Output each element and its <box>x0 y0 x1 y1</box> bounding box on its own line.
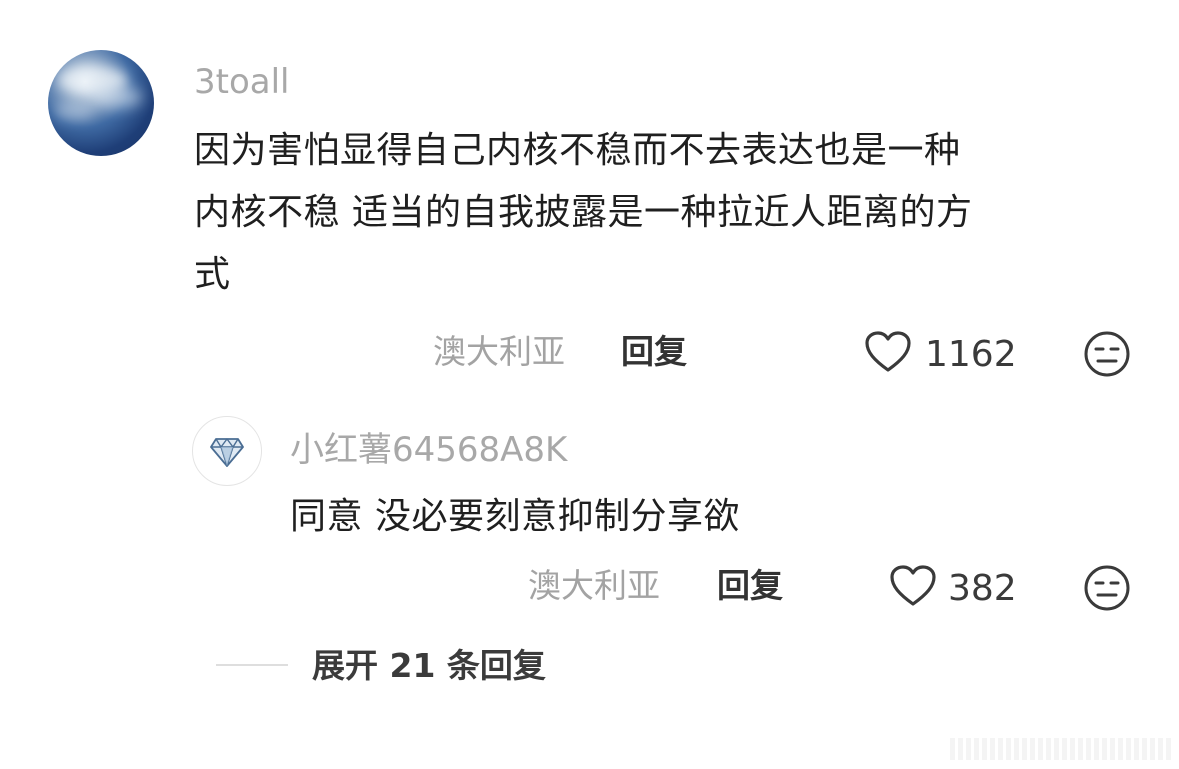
comment-username[interactable]: 3toall <box>194 62 290 102</box>
neutral-face-icon[interactable] <box>1083 564 1131 612</box>
neutral-face-icon[interactable] <box>1083 330 1131 378</box>
diamond-icon <box>210 438 244 467</box>
reply-location: 澳大利亚 <box>528 566 660 605</box>
reply-text: 同意 没必要刻意抑制分享欲 <box>290 496 740 537</box>
expand-divider <box>216 664 288 666</box>
reply-like-count: 382 <box>948 568 1017 609</box>
watermark-strip <box>950 738 1172 760</box>
comment-text-line-3: 式 <box>194 254 231 295</box>
expand-replies-button[interactable]: 展开 21 条回复 <box>312 646 546 686</box>
heart-outline-icon[interactable] <box>889 564 937 608</box>
reply-user-avatar[interactable] <box>192 416 262 486</box>
comment-thread: 3toall 因为害怕显得自己内核不稳而不去表达也是一种 内核不稳 适当的自我披… <box>0 0 1179 769</box>
comment-text-line-1: 因为害怕显得自己内核不稳而不去表达也是一种 <box>194 130 961 171</box>
comment-like-count: 1162 <box>925 334 1017 375</box>
user-avatar[interactable] <box>48 50 154 156</box>
comment-location: 澳大利亚 <box>433 332 565 371</box>
reply-username[interactable]: 小红薯64568A8K <box>290 430 567 470</box>
comment-text-line-2: 内核不稳 适当的自我披露是一种拉近人距离的方 <box>194 192 973 233</box>
reply-reply-button[interactable]: 回复 <box>717 566 783 606</box>
heart-outline-icon[interactable] <box>864 330 912 374</box>
comment-reply-button[interactable]: 回复 <box>621 332 687 372</box>
